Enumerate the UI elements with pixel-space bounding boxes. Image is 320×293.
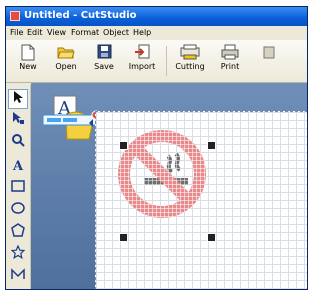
save-disk-icon [94, 44, 114, 62]
design-canvas[interactable] [95, 111, 307, 289]
menu-help[interactable]: Help [133, 28, 151, 37]
menu-view[interactable]: View [47, 28, 66, 37]
app-icon [10, 11, 20, 21]
main-toolbar: New Open Save Import Cutting Print [6, 40, 307, 83]
tool-palette: A [6, 85, 31, 289]
menu-format[interactable]: Format [71, 28, 99, 37]
workspace-area: A [31, 83, 307, 289]
selection-handle-bottom-right[interactable] [207, 233, 216, 242]
cutting-label: Cutting [175, 62, 205, 71]
rectangle-tool-icon [11, 180, 25, 192]
window-title: Untitled - CutStudio [24, 10, 137, 21]
select-tool[interactable] [8, 89, 28, 109]
cutting-icon [180, 44, 200, 62]
ellipse-tool[interactable] [8, 201, 28, 221]
new-button[interactable]: New [10, 42, 46, 80]
ellipse-tool-icon [11, 202, 25, 214]
rectangle-tool[interactable] [8, 179, 28, 199]
import-icon [132, 44, 152, 62]
app-window: Untitled - CutStudio File Edit View Form… [5, 6, 308, 290]
title-bar: Untitled - CutStudio [6, 7, 307, 26]
star-tool-icon [10, 244, 26, 260]
text-tool-icon: A [12, 159, 24, 174]
zoom-magnifier-icon [12, 134, 25, 147]
open-folder-icon [56, 44, 76, 62]
print-label: Print [220, 62, 240, 71]
zoom-tool[interactable] [8, 133, 28, 153]
cutting-button[interactable]: Cutting [172, 42, 208, 80]
menu-bar: File Edit View Format Object Help [6, 26, 307, 40]
text-tool[interactable]: A [8, 157, 28, 177]
freehand-tool-icon [11, 268, 25, 279]
polygon-tool-icon [11, 223, 25, 237]
toolbar-separator [166, 46, 167, 76]
new-label: New [19, 62, 37, 71]
import-button[interactable]: Import [124, 42, 160, 80]
open-label: Open [55, 62, 77, 71]
toolbar-overflow-button[interactable] [254, 42, 284, 80]
menu-object[interactable]: Object [103, 28, 129, 37]
select-arrow-icon [14, 91, 23, 103]
new-document-icon [18, 44, 38, 62]
text-object-icon[interactable]: A [41, 93, 103, 145]
node-edit-tool[interactable] [8, 111, 28, 131]
save-label: Save [94, 62, 114, 71]
print-button[interactable]: Print [212, 42, 248, 80]
partial-toolbar-icon [259, 44, 279, 62]
star-tool[interactable] [8, 244, 28, 265]
freehand-tool[interactable] [8, 267, 28, 287]
selection-handle-top-left[interactable] [119, 141, 128, 150]
menu-edit[interactable]: Edit [27, 28, 43, 37]
menu-file[interactable]: File [10, 28, 23, 37]
print-icon [220, 44, 240, 62]
open-button[interactable]: Open [48, 42, 84, 80]
import-label: Import [128, 62, 156, 71]
node-edit-icon [13, 112, 24, 124]
no-smoking-sign-icon[interactable] [116, 128, 208, 220]
save-button[interactable]: Save [86, 42, 122, 80]
selection-handle-top-right[interactable] [207, 141, 216, 150]
polygon-tool[interactable] [8, 223, 28, 243]
selection-handle-bottom-left[interactable] [119, 233, 128, 242]
